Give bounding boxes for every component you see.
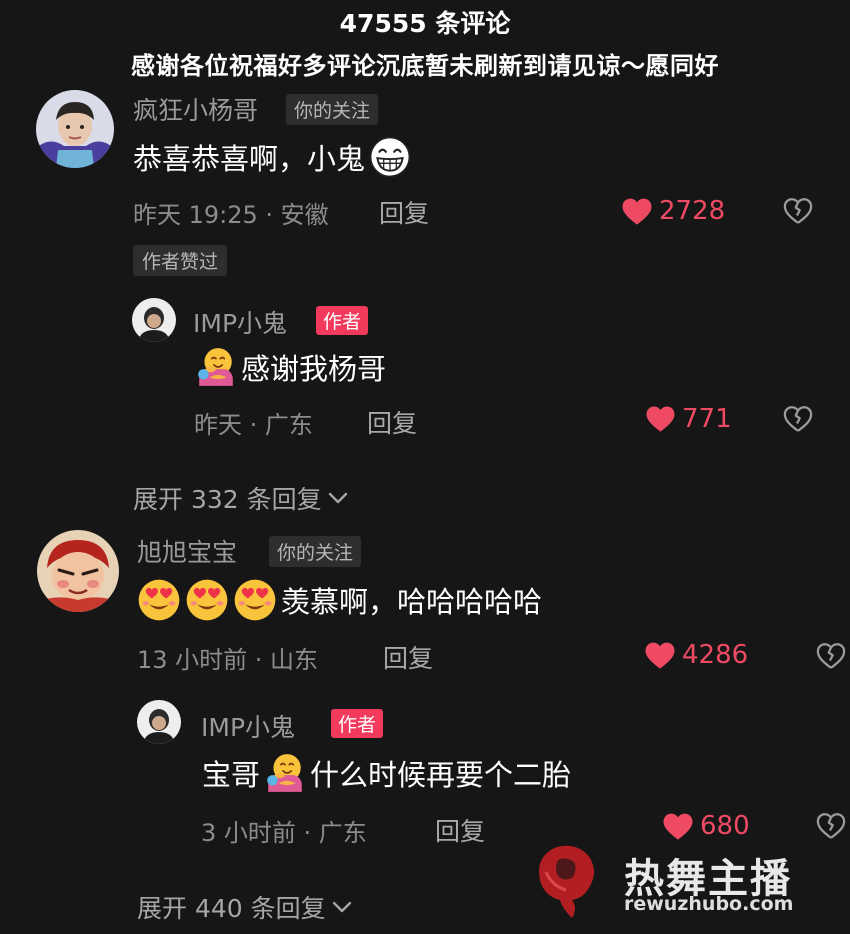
comment-meta: 13 小时前 · 山东 bbox=[137, 646, 319, 674]
comment-body: 感谢我杨哥 bbox=[241, 352, 387, 386]
comment-meta: 昨天 19:25 · 安徽 bbox=[133, 201, 329, 229]
reply-button[interactable]: 回复 bbox=[383, 639, 433, 675]
watermark-url: rewuzhubo.com bbox=[624, 893, 794, 915]
comment-text: 感谢我杨哥 bbox=[195, 346, 386, 388]
chevron-down-icon bbox=[332, 901, 352, 913]
username[interactable]: IMP小鬼 bbox=[193, 304, 287, 340]
comment-text: 羡慕啊，哈哈哈哈哈 bbox=[137, 578, 542, 622]
comment-text: 宝哥 什么时候再要个二胎 bbox=[202, 752, 571, 794]
comment-body-end: 什么时候再要个二胎 bbox=[310, 758, 572, 792]
comment-meta: 3 小时前 · 广东 bbox=[201, 819, 367, 847]
comment-body: 恭喜恭喜啊，小鬼 bbox=[133, 142, 366, 176]
comment-meta: 昨天 · 广东 bbox=[194, 411, 313, 439]
reply-button[interactable]: 回复 bbox=[435, 812, 485, 848]
dislike-icon[interactable] bbox=[783, 405, 813, 433]
following-tag: 你的关注 bbox=[286, 94, 379, 125]
avatar[interactable] bbox=[137, 700, 181, 744]
like-button[interactable]: 2728 bbox=[621, 196, 725, 226]
author-liked-badge: 作者赞过 bbox=[133, 245, 228, 276]
like-count: 771 bbox=[682, 404, 732, 434]
expand-replies-label: 展开 440 条回复 bbox=[137, 894, 326, 923]
heart-icon bbox=[644, 641, 676, 670]
reply-button[interactable]: 回复 bbox=[367, 404, 417, 440]
reply-button[interactable]: 回复 bbox=[379, 194, 429, 230]
comment-text: 恭喜恭喜啊，小鬼 bbox=[133, 136, 411, 178]
like-count: 4286 bbox=[682, 640, 749, 670]
dislike-icon[interactable] bbox=[783, 197, 813, 225]
watermark-logo-icon bbox=[539, 845, 594, 918]
username[interactable]: 旭旭宝宝 bbox=[137, 533, 237, 569]
heart-icon bbox=[645, 405, 676, 433]
chevron-down-icon bbox=[328, 492, 348, 504]
heart-icon bbox=[662, 812, 694, 841]
username[interactable]: IMP小鬼 bbox=[201, 708, 295, 744]
avatar[interactable] bbox=[132, 298, 176, 342]
like-button[interactable]: 680 bbox=[662, 811, 750, 841]
expand-replies-label: 展开 332 条回复 bbox=[133, 485, 322, 514]
like-button[interactable]: 771 bbox=[645, 404, 732, 434]
dislike-icon[interactable] bbox=[816, 812, 846, 840]
like-count: 680 bbox=[700, 811, 750, 841]
hug-emoji bbox=[195, 346, 237, 388]
avatar[interactable] bbox=[36, 90, 114, 168]
hug-emoji bbox=[264, 752, 306, 794]
pinned-notice: 感谢各位祝福好多评论沉底暂未刷新到请见谅～愿同好 bbox=[131, 52, 719, 80]
heart-icon bbox=[621, 197, 653, 226]
like-button[interactable]: 4286 bbox=[644, 640, 748, 670]
avatar[interactable] bbox=[37, 530, 119, 612]
comment-body: 羡慕啊，哈哈哈哈哈 bbox=[281, 585, 543, 619]
heart-eyes-emoji bbox=[233, 578, 277, 622]
heart-eyes-emoji bbox=[185, 578, 229, 622]
following-tag: 你的关注 bbox=[269, 536, 362, 567]
grin-emoji bbox=[369, 136, 411, 178]
expand-replies-button[interactable]: 展开 332 条回复 bbox=[133, 480, 348, 516]
heart-eyes-emoji bbox=[137, 578, 181, 622]
dislike-icon[interactable] bbox=[816, 642, 846, 670]
comment-count-title: 47555 条评论 bbox=[339, 9, 511, 38]
like-count: 2728 bbox=[659, 196, 726, 226]
author-tag: 作者 bbox=[316, 306, 369, 335]
comment-body-start: 宝哥 bbox=[202, 758, 261, 792]
expand-replies-button[interactable]: 展开 440 条回复 bbox=[137, 889, 352, 925]
author-tag: 作者 bbox=[331, 709, 384, 738]
username[interactable]: 疯狂小杨哥 bbox=[133, 91, 258, 127]
